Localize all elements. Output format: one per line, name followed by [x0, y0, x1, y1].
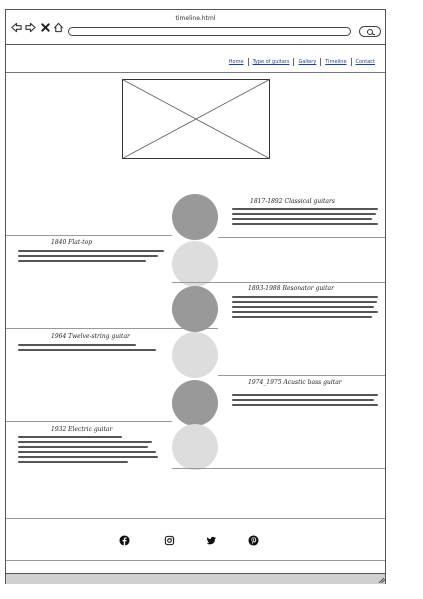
nav-link-contact[interactable]: Contact: [352, 59, 379, 65]
timeline-title-1932: 1932 Electric guitar: [51, 426, 113, 433]
timeline-connector: [172, 282, 385, 283]
timeline-text-1817: [232, 207, 382, 231]
footer-bottom-divider: [6, 560, 385, 561]
home-icon[interactable]: [53, 22, 64, 33]
timeline-title-1974: 1974_1975 Acustic bass guitar: [248, 379, 342, 386]
address-bar[interactable]: [68, 27, 351, 36]
timeline-connector: [6, 421, 172, 422]
timeline-connector: [218, 237, 385, 238]
browser-chrome: timeline.html: [6, 10, 385, 45]
timeline-title-1964: 1964 Twelve-string guitar: [51, 333, 130, 340]
timeline-marker-1964: [172, 332, 218, 378]
browser-status-bar: [6, 573, 385, 584]
timeline-title-1893: 1893-1988 Resonator guitar: [248, 285, 334, 292]
twitter-icon[interactable]: [206, 535, 217, 546]
timeline-title-1817: 1817-1892 Classical guitars: [250, 198, 335, 205]
browser-window: timeline.html Home Type of guitars Galle…: [5, 9, 386, 584]
footer-divider: [6, 518, 385, 519]
timeline-marker-1932: [172, 424, 218, 470]
close-icon[interactable]: [40, 22, 51, 33]
nav-link-gallery[interactable]: Gallery: [294, 59, 320, 65]
nav-divider: [6, 72, 385, 73]
timeline-connector: [6, 328, 218, 329]
nav-link-timeline[interactable]: Timeline: [321, 59, 350, 65]
timeline-text-1974: [232, 393, 382, 417]
top-nav: Home Type of guitars Gallery Timeline Co…: [225, 58, 379, 66]
facebook-icon[interactable]: [119, 535, 130, 546]
hero-image-placeholder: [122, 79, 270, 159]
nav-link-home[interactable]: Home: [225, 59, 248, 65]
resize-grip-icon[interactable]: [378, 577, 385, 583]
timeline-connector: [172, 468, 385, 469]
timeline-text-1964: [18, 343, 168, 355]
timeline-text-1840: [18, 249, 168, 269]
instagram-icon[interactable]: [164, 535, 175, 546]
pinterest-icon[interactable]: [248, 535, 259, 546]
timeline-title-1840: 1840 Flat-top: [51, 239, 93, 246]
timeline-marker-1817: [172, 194, 218, 240]
search-icon: [367, 29, 376, 36]
nav-link-type-of-guitars[interactable]: Type of guitars: [249, 59, 294, 65]
arrow-right-icon[interactable]: [25, 22, 36, 33]
arrow-left-icon[interactable]: [11, 22, 22, 33]
window-title: timeline.html: [175, 15, 216, 22]
timeline-marker-1893: [172, 286, 218, 332]
timeline-text-1893: [232, 295, 382, 325]
timeline-connector: [6, 235, 172, 236]
timeline-connector: [218, 375, 385, 376]
timeline-marker-1974: [172, 380, 218, 426]
timeline-marker-1840: [172, 241, 218, 287]
timeline-text-1932: [18, 435, 168, 469]
